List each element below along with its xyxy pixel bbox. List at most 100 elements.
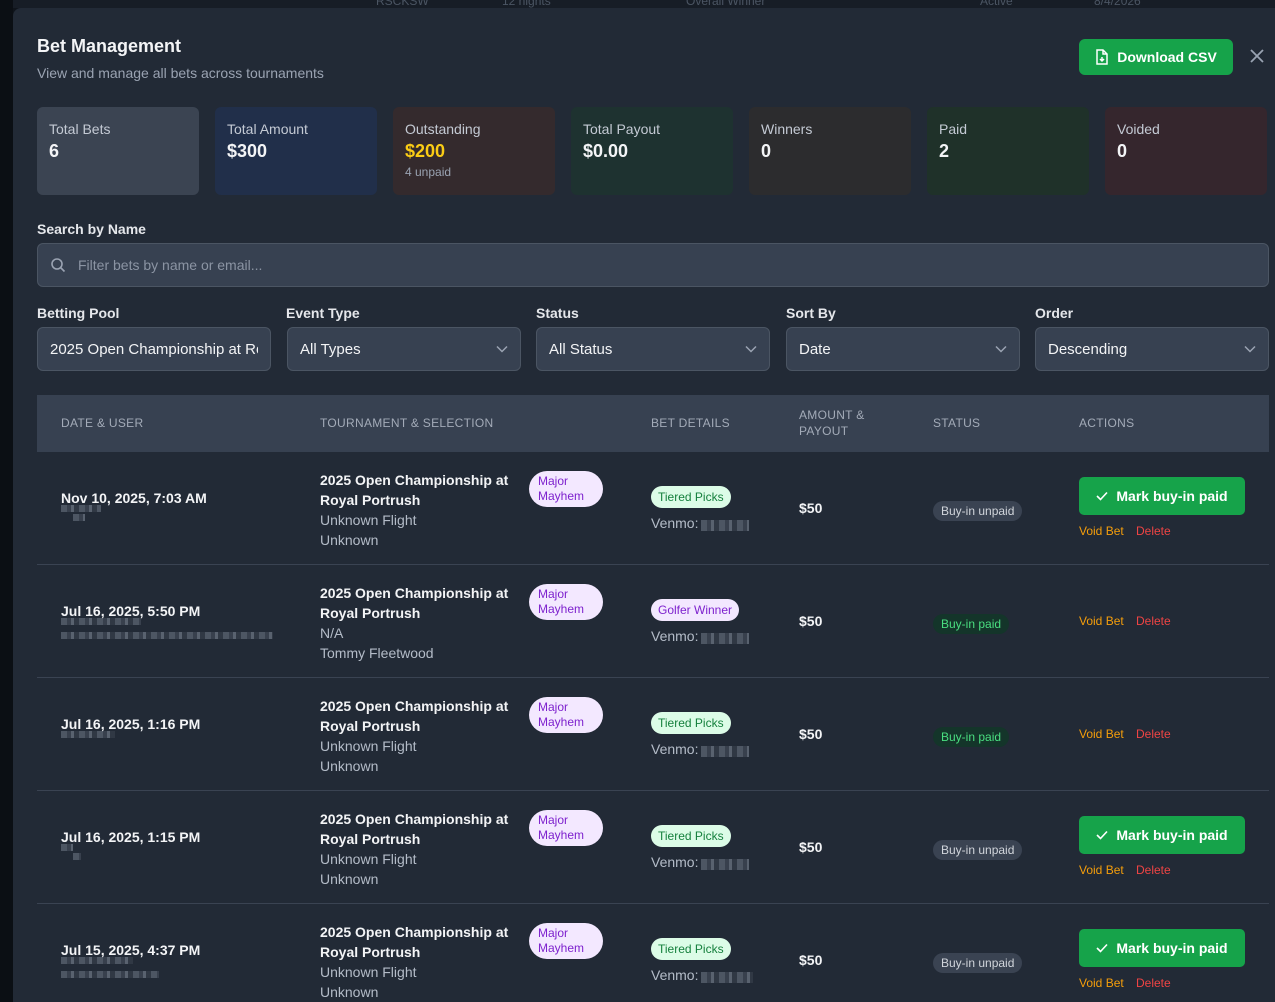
- bet-amount: $50: [799, 500, 823, 516]
- stat-label: Total Payout: [583, 121, 661, 137]
- download-csv-label: Download CSV: [1117, 49, 1217, 65]
- void-bet-link[interactable]: Void Bet: [1079, 524, 1124, 538]
- order-value: Descending: [1048, 340, 1128, 358]
- selection-line-1: Unknown Flight: [320, 738, 417, 754]
- selection-line-1: N/A: [320, 625, 344, 641]
- modal-subtitle: View and manage all bets across tourname…: [37, 65, 324, 81]
- redacted-venmo: [701, 520, 749, 531]
- redacted-user: [61, 632, 273, 639]
- stat-card: Outstanding $200 4 unpaid: [393, 107, 555, 195]
- background-cell: 12 nights: [502, 0, 551, 8]
- bet-type-badge: Tiered Picks: [651, 712, 731, 734]
- header-bet-details: BET DETAILS: [651, 416, 730, 430]
- status-filter-select[interactable]: All Status: [536, 327, 770, 371]
- selection-line-1: Unknown Flight: [320, 851, 417, 867]
- stat-value: $0.00: [583, 141, 629, 161]
- bet-type-badge: Golfer Winner: [651, 599, 740, 621]
- mark-paid-button[interactable]: Mark buy-in paid: [1079, 477, 1245, 515]
- bet-date: Jul 16, 2025, 5:50 PM: [61, 603, 201, 619]
- bet-management-modal: Bet Management View and manage all bets …: [13, 8, 1275, 1002]
- mark-paid-button[interactable]: Mark buy-in paid: [1079, 929, 1245, 967]
- background-table-strip: RSCKSW 12 nights Overall Winner Active 8…: [0, 0, 1275, 8]
- bet-amount: $50: [799, 613, 823, 629]
- bet-type-badge: Tiered Picks: [651, 486, 731, 508]
- check-icon: [1096, 943, 1108, 953]
- delete-link[interactable]: Delete: [1136, 976, 1171, 990]
- tournament-name: 2025 Open Championship at Royal Portrush: [320, 924, 509, 960]
- order-select[interactable]: Descending: [1035, 327, 1269, 371]
- stat-label: Total Amount: [227, 121, 308, 137]
- tournament-cell: 2025 Open Championship at Royal Portrush…: [320, 922, 520, 1002]
- selection-line-2: Unknown: [320, 871, 379, 887]
- redacted-user: [61, 505, 101, 512]
- redacted-user: [61, 844, 73, 851]
- file-icon: [1096, 49, 1108, 65]
- selection-line-2: Tommy Fleetwood: [320, 645, 434, 661]
- mark-paid-label: Mark buy-in paid: [1116, 488, 1228, 504]
- modal-overlay[interactable]: [0, 0, 13, 1002]
- download-csv-button[interactable]: Download CSV: [1079, 39, 1233, 75]
- modal-title: Bet Management: [37, 36, 182, 56]
- void-bet-link[interactable]: Void Bet: [1079, 614, 1124, 628]
- pool-tag: Major Mayhem: [529, 697, 603, 733]
- pool-tag: Major Mayhem: [529, 584, 603, 620]
- tournament-cell: 2025 Open Championship at Royal Portrush…: [320, 583, 520, 663]
- stat-label: Winners: [761, 121, 813, 137]
- event-type-label: Event Type: [286, 305, 360, 321]
- delete-link[interactable]: Delete: [1136, 524, 1171, 538]
- delete-link[interactable]: Delete: [1136, 727, 1171, 741]
- table-row: Jul 16, 2025, 5:50 PM 2025 Open Champions…: [37, 565, 1269, 678]
- header-status: STATUS: [933, 416, 981, 430]
- search-input[interactable]: [78, 257, 1228, 273]
- delete-link[interactable]: Delete: [1136, 863, 1171, 877]
- status-badge: Buy-in paid: [933, 614, 1010, 634]
- mark-paid-button[interactable]: Mark buy-in paid: [1079, 816, 1245, 854]
- pool-filter-select[interactable]: 2025 Open Championship at Royal Portrush: [37, 327, 271, 371]
- bets-table: DATE & USER TOURNAMENT & SELECTION BET D…: [37, 395, 1269, 1002]
- delete-link[interactable]: Delete: [1136, 614, 1171, 628]
- selection-line-1: Unknown Flight: [320, 512, 417, 528]
- status-filter-value: All Status: [549, 340, 613, 358]
- selection-line-2: Unknown: [320, 758, 379, 774]
- bet-date: Jul 16, 2025, 1:16 PM: [61, 716, 201, 732]
- stat-value: 2: [939, 141, 950, 161]
- background-cell: Overall Winner: [686, 0, 766, 8]
- tournament-name: 2025 Open Championship at Royal Portrush: [320, 585, 509, 621]
- sort-by-label: Sort By: [786, 305, 836, 321]
- header-tournament: TOURNAMENT & SELECTION: [320, 416, 494, 430]
- stat-label: Voided: [1117, 121, 1160, 137]
- stat-card: Paid 2: [927, 107, 1089, 195]
- chevron-down-icon: [1244, 345, 1256, 353]
- void-bet-link[interactable]: Void Bet: [1079, 976, 1124, 990]
- stat-value: 0: [1117, 141, 1128, 161]
- bet-date: Nov 10, 2025, 7:03 AM: [61, 490, 207, 506]
- background-cell: 8/4/2026: [1094, 0, 1141, 8]
- event-type-select[interactable]: All Types: [287, 327, 521, 371]
- void-bet-link[interactable]: Void Bet: [1079, 727, 1124, 741]
- stat-card: Total Bets 6: [37, 107, 199, 195]
- selection-line-1: Unknown Flight: [320, 964, 417, 980]
- pool-tag: Major Mayhem: [529, 810, 603, 846]
- stat-card: Winners 0: [749, 107, 911, 195]
- order-label: Order: [1035, 305, 1074, 321]
- redacted-venmo: [701, 633, 749, 644]
- status-filter-label: Status: [536, 305, 579, 321]
- check-icon: [1096, 830, 1108, 840]
- bet-type-badge: Tiered Picks: [651, 938, 731, 960]
- table-header: DATE & USER TOURNAMENT & SELECTION BET D…: [37, 395, 1269, 452]
- chevron-down-icon: [745, 345, 757, 353]
- tournament-name: 2025 Open Championship at Royal Portrush: [320, 811, 509, 847]
- stat-card: Voided 0: [1105, 107, 1267, 195]
- search-box[interactable]: [37, 243, 1269, 287]
- bet-date: Jul 15, 2025, 4:37 PM: [61, 942, 201, 958]
- sort-by-select[interactable]: Date: [786, 327, 1020, 371]
- redacted-user: [61, 971, 159, 978]
- header-amount-line1: AMOUNT &: [799, 408, 865, 422]
- stat-card: Total Amount $300: [215, 107, 377, 195]
- void-bet-link[interactable]: Void Bet: [1079, 863, 1124, 877]
- close-icon[interactable]: [1247, 46, 1267, 66]
- table-row: Jul 16, 2025, 1:15 PM 2025 Open Champions…: [37, 791, 1269, 904]
- redacted-venmo: [701, 859, 749, 870]
- table-row: Jul 15, 2025, 4:37 PM 2025 Open Champions…: [37, 904, 1269, 1002]
- selection-line-2: Unknown: [320, 984, 379, 1000]
